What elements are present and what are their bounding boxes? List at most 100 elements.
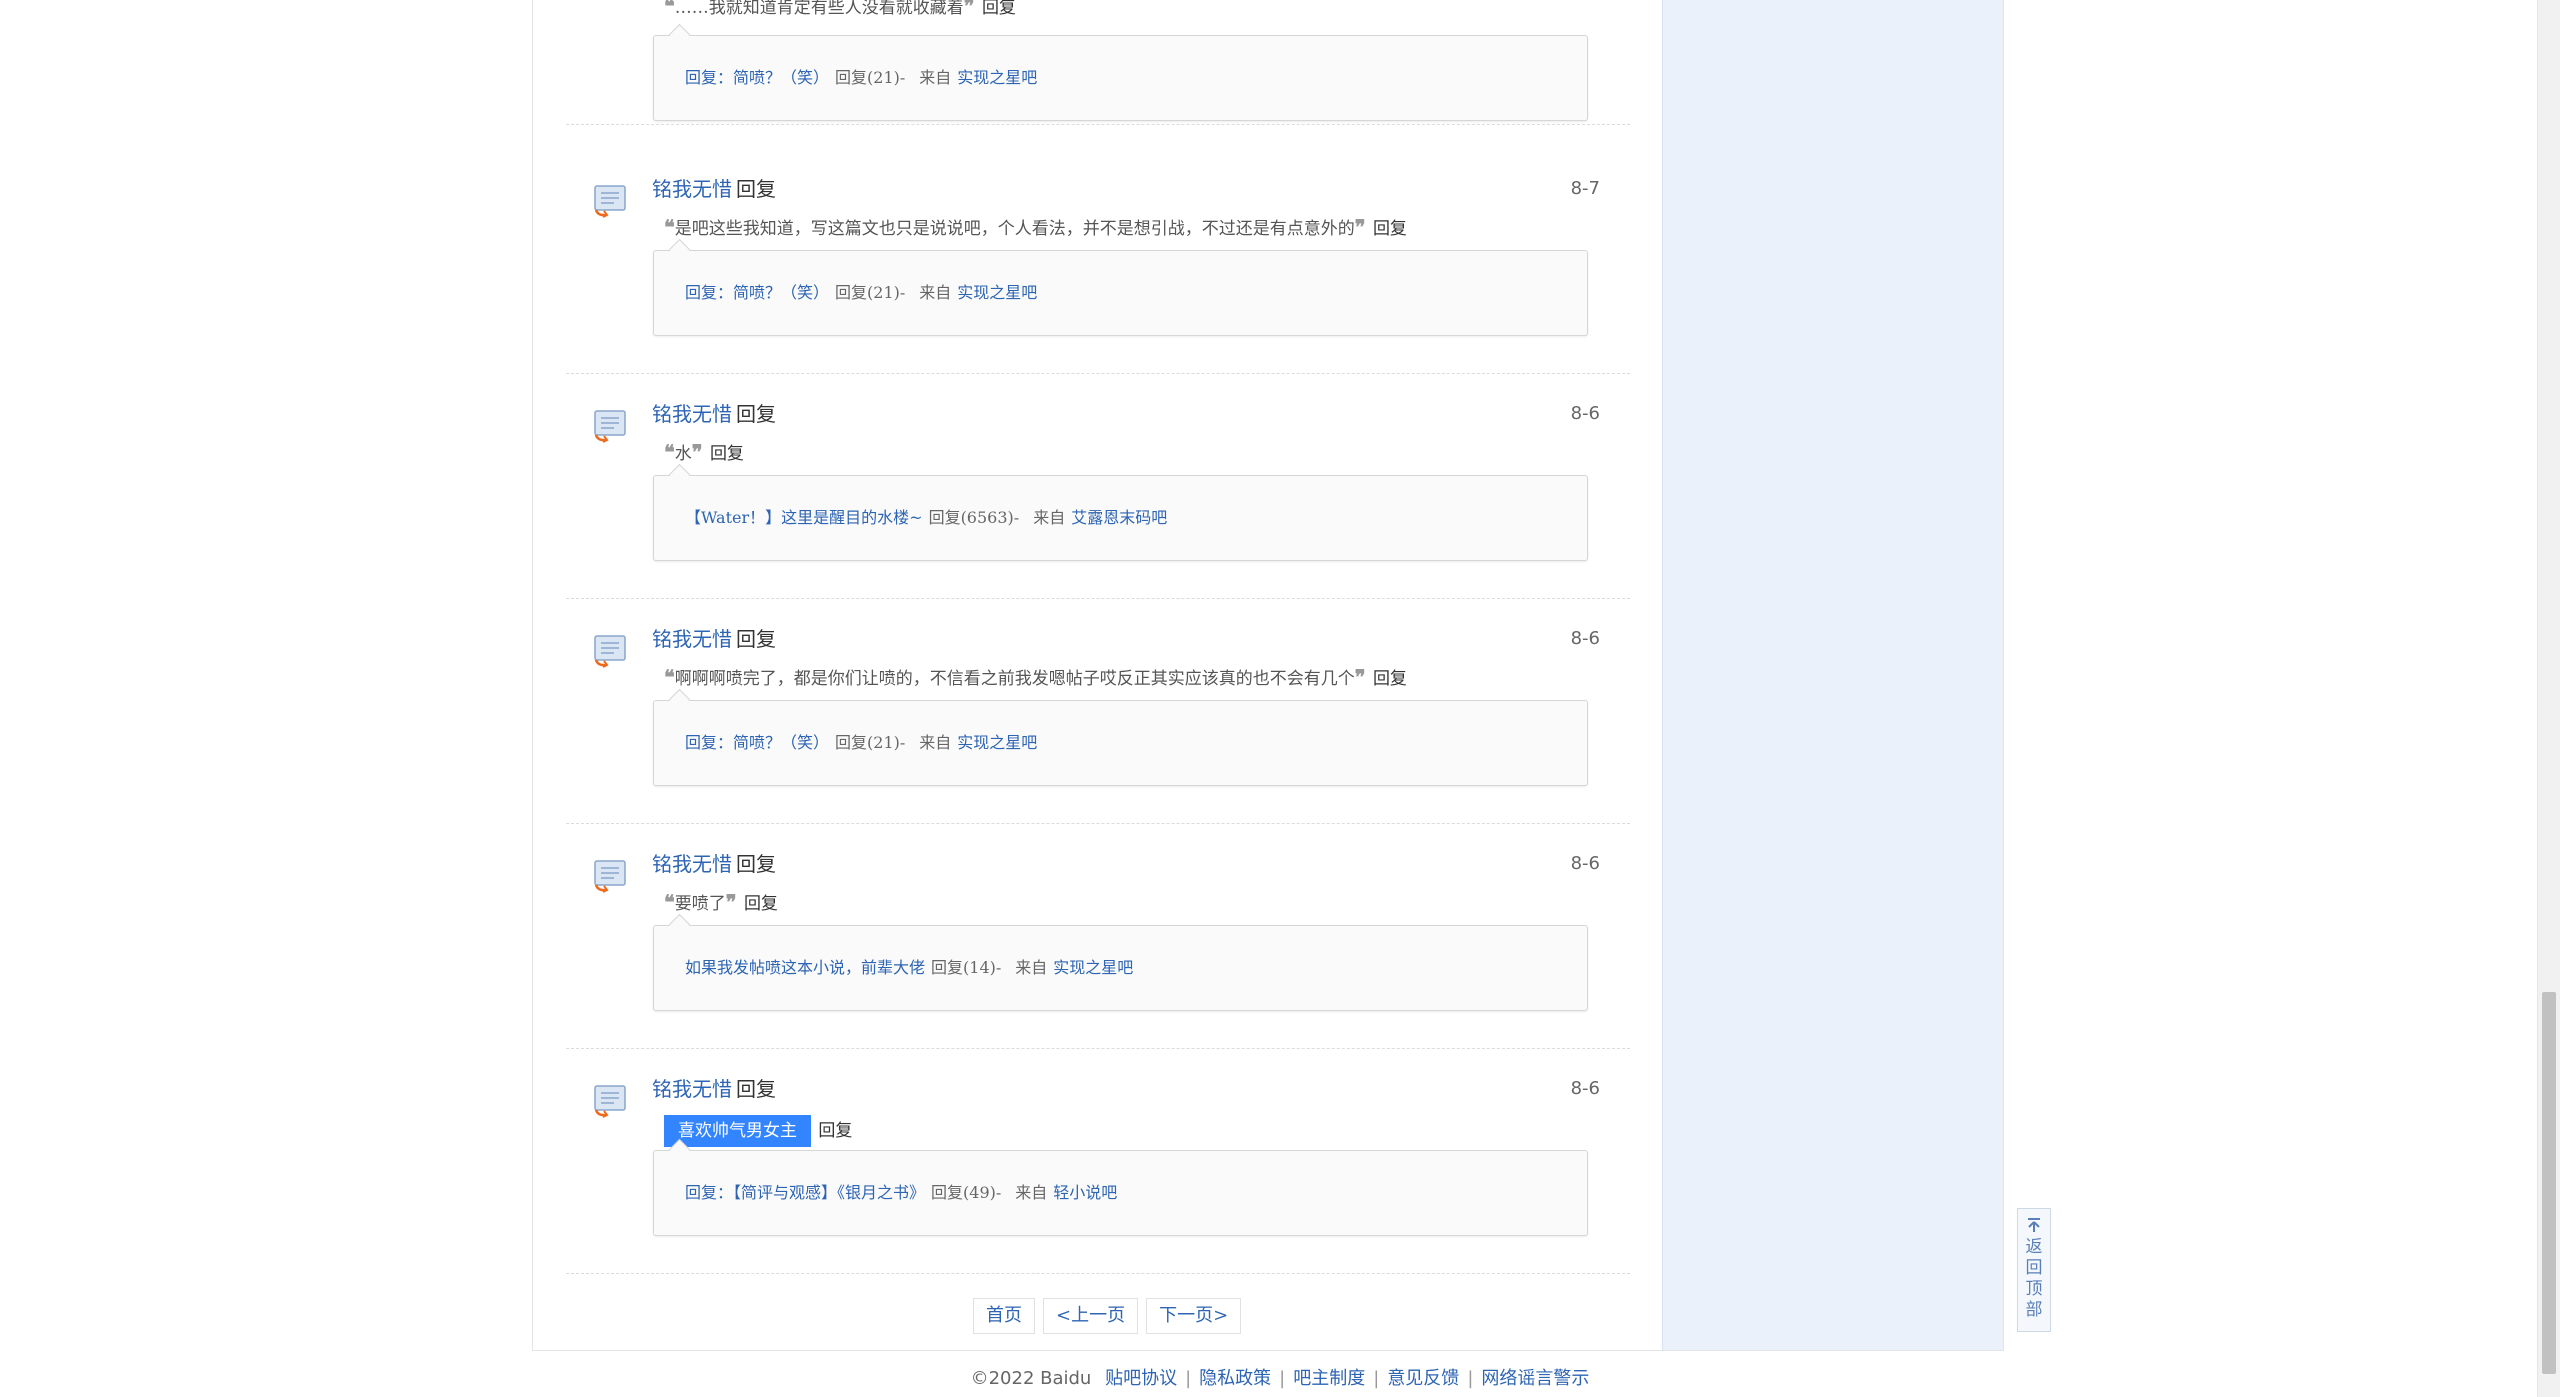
item-divider (566, 1273, 1630, 1274)
reply-header: 铭我无惜 回复 (652, 625, 776, 653)
quote-text[interactable]: ❝是吧这些我知道，写这篇文也只是说说吧，个人看法，并不是想引战，不过还是有点意外… (664, 213, 1407, 243)
ref-thread-title-link[interactable]: 回复：简喷？（笑） (685, 733, 829, 752)
quote-close-mark: ❞ (1354, 215, 1366, 239)
footer-link-rumor-warning[interactable]: 网络谣言警示 (1481, 1368, 1589, 1389)
ref-thread-title-link[interactable]: 回复：简喷？（笑） (685, 283, 829, 302)
footer: ©2022 Baidu 贴吧协议 | 隐私政策 | 吧主制度 | 意见反馈 | 网络谣言警示 (0, 1366, 2560, 1392)
ref-thread-title-link[interactable]: 【Water！】这里是醒目的水楼~ (685, 508, 923, 527)
username-link[interactable]: 铭我无惜 (652, 1077, 732, 1101)
reply-date: 8-6 (1570, 403, 1600, 424)
ref-line: 回复：简喷？（笑） 回复(21)- 来自 实现之星吧 (685, 64, 1037, 92)
ref-reply-count: 回复(6563)- (928, 508, 1020, 527)
quote-content: 要喷了 (674, 894, 726, 914)
ref-from-label: 来自 (919, 733, 952, 752)
reply-header: 铭我无惜 回复 (652, 850, 776, 878)
referenced-thread-box: 回复：简喷？（笑） 回复(21)- 来自 实现之星吧 (653, 700, 1588, 786)
reply-date: 8-6 (1570, 853, 1600, 874)
ref-reply-count: 回复(21)- (835, 68, 906, 87)
footer-separator: | (1373, 1368, 1380, 1389)
reply-verb: 回复 (736, 1077, 776, 1101)
quote-close-mark: ❞ (963, 0, 975, 18)
ref-forum-link[interactable]: 实现之星吧 (957, 283, 1037, 302)
referenced-thread-box: 回复：简喷？（笑） 回复(21)- 来自 实现之星吧 (653, 250, 1588, 336)
list-item: ❝……我就知道肯定有些人没看就收藏着❞ 回复 回复：简喷？（笑） 回复(21)- 来… (566, 0, 1630, 125)
quote-reply-label: 回复 (709, 444, 744, 464)
first-page-button[interactable]: 首页 (973, 1298, 1035, 1334)
ref-reply-count: 回复(21)- (835, 283, 906, 302)
quote-text[interactable]: ❝要喷了❞ 回复 (664, 888, 778, 918)
ref-forum-link[interactable]: 轻小说吧 (1053, 1183, 1117, 1202)
reply-date: 8-6 (1570, 628, 1600, 649)
back-to-top-button[interactable]: 返回顶部 (2017, 1208, 2051, 1332)
ref-from-label: 来自 (919, 68, 952, 87)
ref-thread-title-link[interactable]: 回复：【简评与观感】《银月之书》 (685, 1183, 925, 1202)
list-item: 铭我无惜 回复 8-6 ❝要喷了❞ 回复 如果我发帖喷这本小说，前辈大佬 回复(14… (566, 824, 1630, 1049)
referenced-thread-box: 回复：【简评与观感】《银月之书》 回复(49)- 来自 轻小说吧 (653, 1150, 1588, 1236)
ref-forum-link[interactable]: 实现之星吧 (1053, 958, 1133, 977)
ref-line: 回复：【简评与观感】《银月之书》 回复(49)- 来自 轻小说吧 (685, 1179, 1117, 1207)
reply-message-icon (594, 635, 626, 668)
ref-forum-link[interactable]: 实现之星吧 (957, 733, 1037, 752)
referenced-thread-box: 如果我发帖喷这本小说，前辈大佬 回复(14)- 来自 实现之星吧 (653, 925, 1588, 1011)
quote-reply-label: 回复 (743, 894, 778, 914)
quote-reply-label: 回复 (818, 1120, 853, 1141)
ref-reply-count: 回复(21)- (835, 733, 906, 752)
username-link[interactable]: 铭我无惜 (652, 177, 732, 201)
referenced-thread-box: 【Water！】这里是醒目的水楼~ 回复(6563)- 来自 艾露恩末码吧 (653, 475, 1588, 561)
list-item: 铭我无惜 回复 8-7 ❝是吧这些我知道，写这篇文也只是说说吧，个人看法，并不是想… (566, 149, 1630, 374)
quote-open-mark: ❝ (664, 0, 675, 18)
footer-copyright: ©2022 Baidu (970, 1368, 1092, 1389)
list-item: 铭我无惜 回复 8-6 ❝水❞ 回复 【Water！】这里是醒目的水楼~ 回复(65… (566, 374, 1630, 599)
reply-header: 铭我无惜 回复 (652, 400, 776, 428)
quote-close-mark: ❞ (1354, 665, 1366, 689)
quote-content: ……我就知道肯定有些人没看就收藏着 (674, 0, 964, 18)
page: ❝……我就知道肯定有些人没看就收藏着❞ 回复 回复：简喷？（笑） 回复(21)- 来… (0, 0, 2560, 1397)
quote-close-mark: ❞ (691, 440, 703, 464)
ref-thread-title-link[interactable]: 如果我发帖喷这本小说，前辈大佬 (685, 958, 925, 977)
footer-link-privacy[interactable]: 隐私政策 (1199, 1368, 1271, 1389)
prev-page-button[interactable]: <上一页 (1043, 1298, 1139, 1334)
username-link[interactable]: 铭我无惜 (652, 627, 732, 651)
ref-line: 如果我发帖喷这本小说，前辈大佬 回复(14)- 来自 实现之星吧 (685, 954, 1133, 982)
ref-line: 【Water！】这里是醒目的水楼~ 回复(6563)- 来自 艾露恩末码吧 (685, 504, 1167, 532)
arrow-up-icon (2028, 1218, 2040, 1232)
list-item: 铭我无惜 回复 8-6 ❝啊啊啊喷完了，都是你们让喷的，不信看之前我发嗯帖子哎反正… (566, 599, 1630, 824)
ref-from-label: 来自 (1033, 508, 1066, 527)
ref-reply-count: 回复(49)- (931, 1183, 1002, 1202)
ref-line: 回复：简喷？（笑） 回复(21)- 来自 实现之星吧 (685, 279, 1037, 307)
footer-link-agreement[interactable]: 贴吧协议 (1105, 1368, 1177, 1389)
quote-content: 水 (674, 444, 692, 464)
reply-message-icon (594, 1085, 626, 1118)
ref-forum-link[interactable]: 实现之星吧 (957, 68, 1037, 87)
item-divider (566, 124, 1630, 125)
quote-text[interactable]: ❝水❞ 回复 (664, 438, 744, 468)
ref-from-label: 来自 (1015, 958, 1048, 977)
quote-reply-label: 回复 (1372, 219, 1407, 239)
footer-link-moderator-policy[interactable]: 吧主制度 (1293, 1368, 1365, 1389)
quote-open-mark: ❝ (664, 665, 675, 689)
reply-message-icon (594, 410, 626, 443)
reply-header: 铭我无惜 回复 (652, 175, 776, 203)
quote-reply-label: 回复 (981, 0, 1016, 18)
back-to-top-label: 返回顶部 (2025, 1237, 2043, 1320)
quote-open-mark: ❝ (664, 890, 675, 914)
reply-verb: 回复 (736, 627, 776, 651)
quote-content: 是吧这些我知道，写这篇文也只是说说吧，个人看法，并不是想引战，不过还是有点意外的 (674, 219, 1355, 239)
vertical-scrollbar[interactable] (2537, 0, 2560, 1397)
ref-thread-title-link[interactable]: 回复：简喷？（笑） (685, 68, 829, 87)
pagination: 首页 <上一页 下一页> (973, 1298, 1249, 1334)
quote-close-mark: ❞ (725, 890, 737, 914)
quote-text[interactable]: ❝啊啊啊喷完了，都是你们让喷的，不信看之前我发嗯帖子哎反正其实应该真的也不会有几… (664, 663, 1407, 693)
username-link[interactable]: 铭我无惜 (652, 402, 732, 426)
ref-forum-link[interactable]: 艾露恩末码吧 (1071, 508, 1167, 527)
quote-text[interactable]: 喜欢帅气男女主 回复 (664, 1115, 852, 1147)
right-sidebar (1662, 0, 2003, 1350)
footer-link-feedback[interactable]: 意见反馈 (1387, 1368, 1459, 1389)
username-link[interactable]: 铭我无惜 (652, 852, 732, 876)
ref-from-label: 来自 (919, 283, 952, 302)
reply-verb: 回复 (736, 852, 776, 876)
scrollbar-thumb[interactable] (2542, 992, 2556, 1374)
reply-header: 铭我无惜 回复 (652, 1075, 776, 1103)
reply-verb: 回复 (736, 402, 776, 426)
next-page-button[interactable]: 下一页> (1146, 1298, 1242, 1334)
